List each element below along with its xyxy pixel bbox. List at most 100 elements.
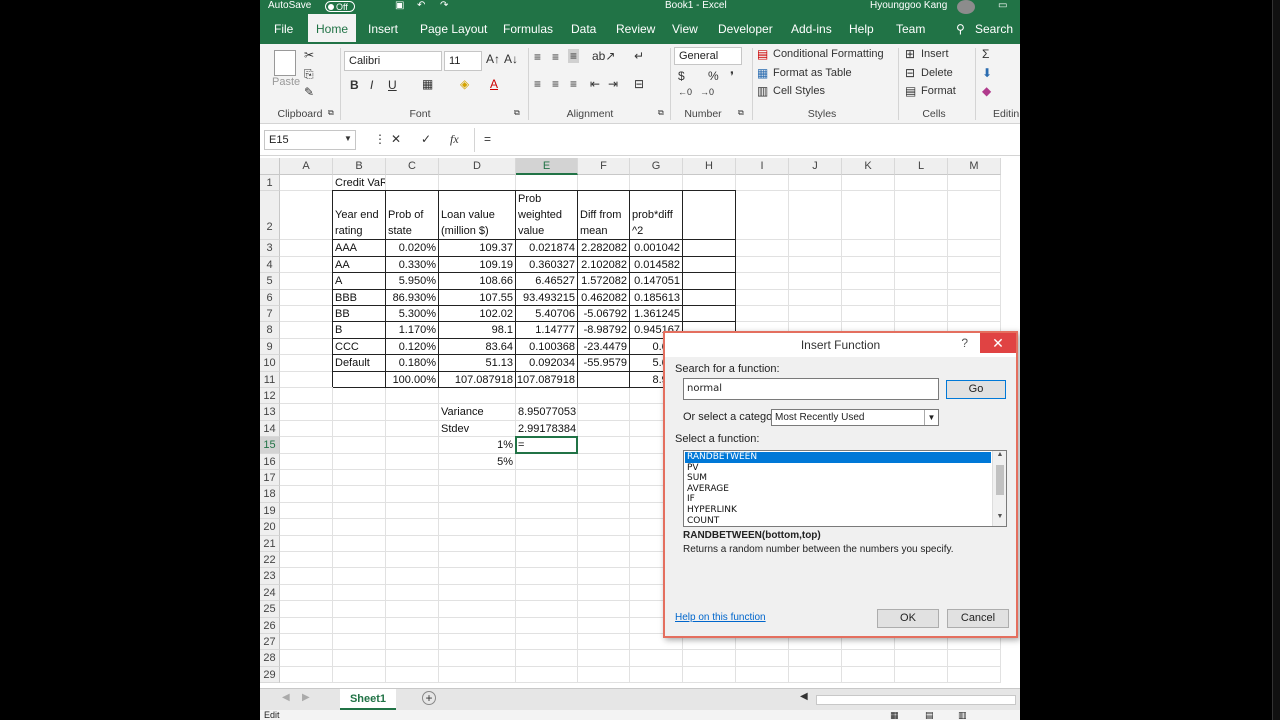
cell-d3[interactable]: 109.37 [439, 241, 515, 256]
row-header-5[interactable]: 5 [260, 273, 280, 290]
cell-d9[interactable]: 83.64 [439, 340, 515, 355]
decrease-decimal-icon[interactable]: →0 [700, 87, 714, 97]
cell-d8[interactable]: 98.1 [439, 323, 515, 338]
h-scroll-left-icon[interactable]: ◀ [800, 691, 808, 702]
tab-home[interactable]: Home [308, 14, 357, 44]
cell-e5[interactable]: 6.46527 [516, 274, 577, 289]
avatar[interactable] [957, 0, 975, 14]
cell-c6[interactable]: 86.930% [386, 291, 438, 306]
increase-decimal-icon[interactable]: ←0 [678, 87, 692, 97]
number-format-combo[interactable]: General [674, 47, 742, 65]
cell-f3[interactable]: 2.282082 [578, 241, 629, 256]
increase-indent-icon[interactable]: ⇥ [608, 77, 618, 91]
row-header-6[interactable]: 6 [260, 289, 280, 306]
font-color-icon[interactable]: A [490, 77, 498, 91]
copy-icon[interactable]: ⎘ [304, 67, 314, 82]
row-header-8[interactable]: 8 [260, 322, 280, 339]
align-center-icon[interactable]: ≡ [552, 77, 559, 91]
next-sheet-icon[interactable]: ▶ [302, 692, 310, 703]
tab-page-layout[interactable]: Page Layout [420, 14, 487, 44]
wrap-text-icon[interactable]: ↵ [634, 49, 644, 63]
function-list-item[interactable]: RANDBETWEEN [685, 452, 991, 463]
conditional-formatting-button[interactable]: Conditional Formatting [773, 48, 884, 60]
cell-d4[interactable]: 109.19 [439, 258, 515, 273]
column-header-c[interactable]: C [386, 158, 439, 175]
clear-icon[interactable]: ◆ [982, 84, 991, 98]
merge-center-icon[interactable]: ⊟ [634, 77, 644, 91]
row-header-10[interactable]: 10 [260, 355, 280, 372]
row-header-1[interactable]: 1 [260, 175, 280, 192]
comma-icon[interactable]: ❜ [730, 69, 734, 83]
cell-f7[interactable]: -5.06792 [578, 307, 629, 322]
page-break-view-icon[interactable]: ▥ [958, 710, 967, 720]
header-g-line0[interactable]: prob*diff [630, 208, 682, 223]
bold-button[interactable]: B [350, 78, 359, 92]
cell-styles-icon[interactable]: ▥ [757, 84, 768, 98]
header-b-line1[interactable]: rating [333, 224, 385, 239]
cell-f9[interactable]: -23.4479 [578, 340, 629, 355]
cell-d5[interactable]: 108.66 [439, 274, 515, 289]
row-header-2[interactable]: 2 [260, 191, 280, 241]
format-cells-button[interactable]: Format [921, 85, 956, 97]
scroll-down-icon[interactable]: ▼ [993, 513, 1006, 520]
fill-icon[interactable]: ⬇ [982, 66, 992, 80]
cell-b10[interactable]: Default [333, 356, 385, 371]
cell-d15-pct[interactable]: 1% [439, 438, 515, 453]
borders-icon[interactable]: ▦ [422, 77, 433, 91]
row-header-20[interactable]: 20 [260, 519, 280, 536]
scroll-up-icon[interactable]: ▲ [993, 451, 1006, 458]
column-header-j[interactable]: J [789, 158, 842, 175]
row-header-18[interactable]: 18 [260, 486, 280, 503]
horizontal-scrollbar[interactable] [816, 695, 1016, 705]
alignment-launcher-icon[interactable]: ⧉ [658, 108, 664, 118]
cell-b6[interactable]: BBB [333, 291, 385, 306]
column-header-i[interactable]: I [736, 158, 789, 175]
cell-b3[interactable]: AAA [333, 241, 385, 256]
insert-cells-icon[interactable]: ⊞ [905, 47, 915, 61]
cell-e14-stdev[interactable]: 2.99178384 [516, 422, 577, 437]
underline-button[interactable]: U [388, 78, 397, 92]
cell-e6[interactable]: 93.493215 [516, 291, 577, 306]
tab-file[interactable]: File [274, 14, 293, 44]
middle-align-icon[interactable]: ≡ [552, 50, 559, 64]
header-e-line2[interactable]: value [516, 224, 577, 239]
column-header-d[interactable]: D [439, 158, 516, 175]
row-header-15[interactable]: 15 [260, 437, 280, 454]
column-header-a[interactable]: A [280, 158, 333, 175]
column-header-b[interactable]: B [333, 158, 386, 175]
row-header-21[interactable]: 21 [260, 535, 280, 552]
italic-button[interactable]: I [370, 78, 373, 92]
redo-icon[interactable]: ↷ [440, 0, 448, 12]
cell-c8[interactable]: 1.170% [386, 323, 438, 338]
ok-button[interactable]: OK [877, 609, 939, 628]
delete-cells-button[interactable]: Delete [921, 67, 953, 79]
currency-icon[interactable]: $ [678, 69, 685, 83]
row-header-28[interactable]: 28 [260, 650, 280, 667]
number-launcher-icon[interactable]: ⧉ [738, 108, 744, 118]
bottom-align-icon[interactable]: ≡ [568, 49, 580, 63]
header-e-line1[interactable]: weighted [516, 208, 577, 223]
normal-view-icon[interactable]: ▦ [890, 710, 899, 720]
row-header-14[interactable]: 14 [260, 420, 280, 438]
cell-b1-title[interactable]: Credit VaR [333, 176, 385, 191]
column-header-e[interactable]: E [516, 158, 578, 175]
cell-d7[interactable]: 102.02 [439, 307, 515, 322]
align-right-icon[interactable]: ≡ [570, 77, 577, 91]
formula-input[interactable]: = [484, 132, 491, 146]
format-table-icon[interactable]: ▦ [757, 66, 768, 80]
insert-function-icon[interactable]: fx [450, 132, 459, 147]
name-box-dropdown-icon[interactable]: ▼ [344, 134, 352, 143]
name-box[interactable]: E15 [264, 130, 356, 150]
autosum-icon[interactable]: Σ [982, 47, 989, 61]
header-f-line0[interactable]: Diff from [578, 208, 629, 223]
format-as-table-button[interactable]: Format as Table [773, 67, 852, 79]
header-f-line1[interactable]: mean [578, 224, 629, 239]
cell-d6[interactable]: 107.55 [439, 291, 515, 306]
ribbon-display-icon[interactable]: ▭ [998, 0, 1007, 12]
list-scrollbar[interactable]: ▲ ▼ [992, 451, 1006, 526]
row-header-27[interactable]: 27 [260, 634, 280, 651]
tab-view[interactable]: View [672, 14, 698, 44]
row-header-26[interactable]: 26 [260, 617, 280, 634]
cell-b4[interactable]: AA [333, 258, 385, 273]
enter-entry-icon[interactable]: ✓ [421, 132, 431, 146]
